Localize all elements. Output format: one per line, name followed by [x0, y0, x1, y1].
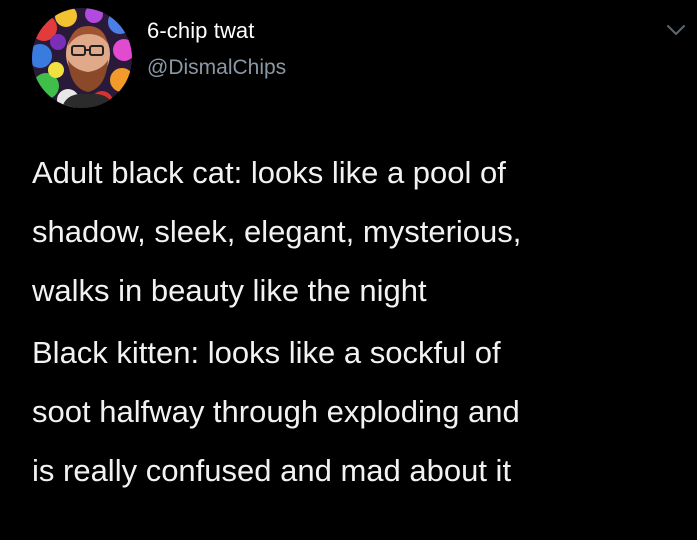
tweet-line: walks in beauty like the night [32, 273, 427, 308]
author-handle[interactable]: @DismalChips [147, 56, 286, 80]
avatar-photo-icon [32, 8, 132, 108]
author-display-name[interactable]: 6-chip twat [147, 18, 254, 44]
avatar[interactable] [32, 8, 132, 108]
tweet-text: Adult black cat: looks like a pool of sh… [32, 143, 687, 500]
tweet-line: Black kitten: looks like a sockful of [32, 335, 501, 370]
tweet-line: shadow, sleek, elegant, mysterious, [32, 214, 522, 249]
tweet-line: is really confused and mad about it [32, 453, 512, 488]
tweet-paragraph: Adult black cat: looks like a pool of sh… [32, 143, 687, 320]
chevron-down-icon[interactable] [664, 20, 688, 40]
tweet-line: soot halfway through exploding and [32, 394, 520, 429]
tweet-line: Adult black cat: looks like a pool of [32, 155, 506, 190]
tweet-card: 6-chip twat @DismalChips Adult black cat… [0, 0, 697, 540]
tweet-paragraph: Black kitten: looks like a sockful of so… [32, 323, 687, 500]
